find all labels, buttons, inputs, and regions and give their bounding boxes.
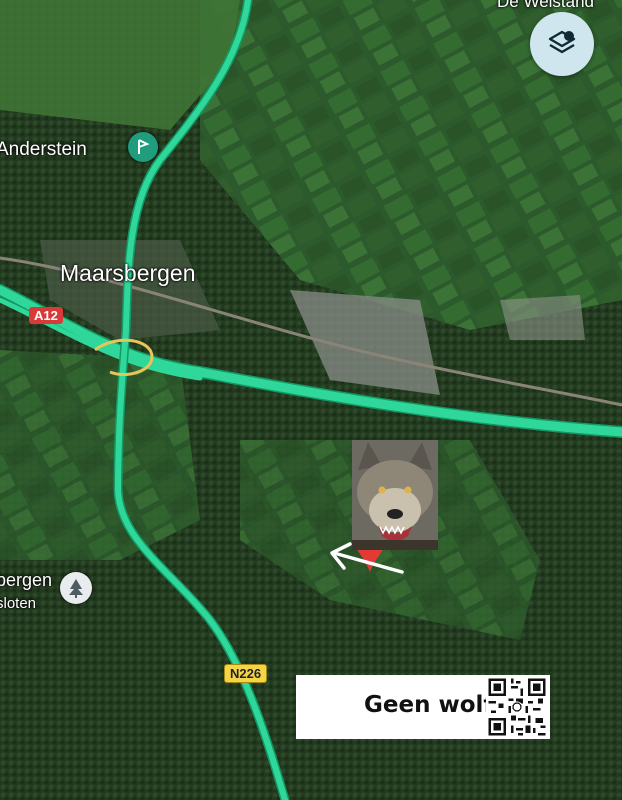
n226-road-shield: N226 bbox=[224, 664, 268, 683]
place-label-anderstein[interactable]: Anderstein bbox=[0, 139, 87, 161]
layers-button[interactable] bbox=[530, 12, 594, 76]
a12-road-shield: A12 bbox=[29, 307, 63, 324]
geen-wolf-text: Geen wolf bbox=[364, 692, 494, 718]
farm-fields bbox=[0, 350, 200, 560]
place-label-sloten[interactable]: sloten bbox=[0, 595, 36, 612]
place-label-maarsbergen[interactable]: Maarsbergen bbox=[60, 260, 196, 287]
golf-icon[interactable] bbox=[128, 132, 158, 162]
layers-icon bbox=[548, 30, 576, 54]
place-label-bergen[interactable]: bergen bbox=[0, 570, 52, 591]
qr-code[interactable] bbox=[486, 676, 548, 738]
wolf-image bbox=[352, 440, 438, 550]
campground bbox=[500, 295, 585, 340]
place-label-de-welstand: De Welstand bbox=[497, 0, 595, 11]
park-icon[interactable] bbox=[60, 572, 92, 604]
geen-wolf-card: Geen wolf bbox=[296, 675, 550, 739]
